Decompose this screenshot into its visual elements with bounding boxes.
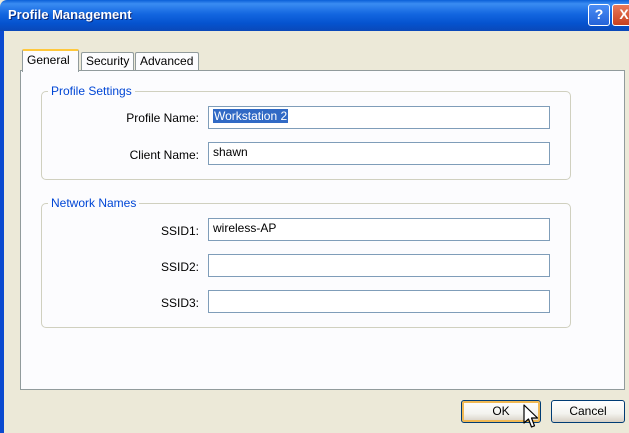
window-title: Profile Management (8, 7, 132, 22)
ssid1-field[interactable]: wireless-AP (208, 218, 550, 241)
profile-name-field[interactable]: Workstation 2 (208, 106, 550, 129)
profile-name-label: Profile Name: (126, 111, 199, 125)
tab-general[interactable]: General (22, 49, 79, 72)
ssid3-label: SSID3: (160, 296, 199, 310)
general-tab-panel: Profile Settings Profile Name: Workstati… (20, 70, 625, 390)
mouse-pointer-icon (523, 404, 539, 428)
close-icon[interactable]: X (612, 4, 629, 26)
tab-advanced[interactable]: Advanced (135, 52, 199, 71)
ssid2-field[interactable] (208, 254, 550, 277)
client-name-field[interactable]: shawn (208, 142, 550, 165)
ssid1-label: SSID1: (160, 224, 199, 238)
help-icon[interactable]: ? (588, 4, 610, 26)
network-names-title: Network Names (48, 196, 140, 210)
client-name-label: Client Name: (129, 148, 199, 162)
profile-management-dialog: Profile Management ? X General Security … (0, 0, 629, 433)
cancel-button[interactable]: Cancel (551, 400, 625, 423)
network-names-group: Network Names SSID1: wireless-AP SSID2: … (41, 196, 571, 328)
profile-name-value: Workstation 2 (213, 109, 289, 123)
profile-settings-group: Profile Settings Profile Name: Workstati… (41, 84, 571, 180)
ssid3-field[interactable] (208, 290, 550, 313)
window-frame-left (0, 31, 4, 433)
ssid2-label: SSID2: (160, 260, 199, 274)
profile-settings-title: Profile Settings (48, 84, 135, 98)
tab-security[interactable]: Security (81, 52, 134, 71)
title-bar[interactable]: Profile Management ? X (0, 0, 629, 31)
